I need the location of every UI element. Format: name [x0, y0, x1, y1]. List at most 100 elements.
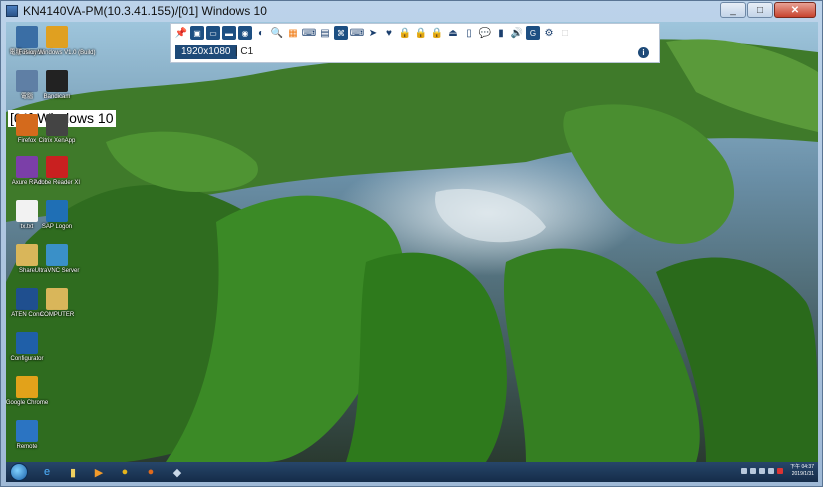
tray-icon[interactable] [768, 468, 775, 474]
desktop-icon[interactable]: 電腦 [10, 70, 44, 101]
desktop-icon[interactable]: Google Chrome [6, 376, 48, 407]
contrast-icon[interactable]: ◐ [254, 26, 268, 40]
desktop-icon[interactable]: SAP Logon [40, 200, 74, 231]
desktop-icon-label: Adobe Reader XI [33, 180, 81, 186]
desktop-icon-label: Remote [16, 444, 38, 450]
monitor-icon[interactable]: ▬ [222, 26, 236, 40]
speaker-icon[interactable]: 🔊 [510, 26, 524, 40]
lock-icon[interactable]: 🔒 [414, 26, 428, 40]
kvm-toolbar: 📌 ▣ ▭ ▬ ◉ ◐ 🔍 ▦ ⌨ ▤ ⌘ ⌨ ➤ ♥ 🔒 🔒 🔒 ⏏ ▯ 💬 ▮ 🔊 G ⚙ □ 1920x1080 | C1… [170, 23, 660, 63]
desktop-icon-label: ATEN Conn [11, 312, 43, 318]
channel-label: | C1 [235, 46, 254, 57]
grid-icon[interactable]: ▦ [286, 26, 300, 40]
desktop-icon-label: Fusion Windows V1.0 (Build) [18, 50, 96, 56]
desktop-icon[interactable]: tx.txt [10, 200, 44, 231]
blank-icon[interactable]: □ [558, 26, 572, 40]
desktop-icon-image [46, 70, 68, 92]
toolbar-icon-row: 📌 ▣ ▭ ▬ ◉ ◐ 🔍 ▦ ⌨ ▤ ⌘ ⌨ ➤ ♥ 🔒 🔒 🔒 ⏏ ▯ 💬 ▮ 🔊 G ⚙ □ [174, 26, 572, 40]
desktop-icon-label: UltraVNC Server [34, 268, 80, 274]
desktop-icon-label: Citrix XenApp [38, 138, 76, 144]
desktop-icon[interactable]: Adobe Reader XI [34, 156, 80, 187]
app-icon [6, 5, 18, 17]
exit-icon[interactable]: ⏏ [446, 26, 460, 40]
clock-date: 2019/1/31 [791, 471, 814, 477]
ie-taskbar-icon[interactable]: e [36, 463, 58, 481]
usb-icon[interactable]: ▮ [494, 26, 508, 40]
desktop-icon[interactable]: Fusion Windows V1.0 (Build) [18, 26, 96, 57]
tray-icon[interactable] [759, 468, 766, 474]
system-tray: 下午 04:37 2019/1/31 [741, 464, 814, 478]
desktop-icon-image [16, 156, 38, 178]
screenshot-icon[interactable]: ▣ [190, 26, 204, 40]
doc-icon[interactable]: ▯ [462, 26, 476, 40]
desktop-icon[interactable]: Bandicam [40, 70, 74, 101]
start-button[interactable] [10, 463, 28, 481]
desktop-icon-image [16, 288, 38, 310]
clock-time: 下午 04:37 [790, 464, 814, 470]
app-taskbar-icon[interactable]: ◆ [166, 463, 188, 481]
kvm-viewer-window: KN4140VA-PM(10.3.41.155)/[01] Windows 10… [0, 0, 823, 487]
gui-icon[interactable]: G [526, 26, 540, 40]
info-icon[interactable]: i [638, 47, 649, 58]
desktop-icon-label: Firefox [17, 138, 37, 144]
desktop-icon[interactable]: Configurator [10, 332, 44, 363]
desktop-icon-image [16, 26, 38, 48]
desktop-icon-image [16, 70, 38, 92]
desktop-icon-image [16, 420, 38, 442]
desktop-icon-label: Share [18, 268, 35, 274]
lock-icon[interactable]: 🔒 [398, 26, 412, 40]
tray-icon[interactable] [750, 468, 757, 474]
lock-icon[interactable]: 🔒 [430, 26, 444, 40]
cursor-icon[interactable]: ➤ [366, 26, 380, 40]
desktop-icon-label: tx.txt [20, 224, 34, 230]
settings-icon[interactable]: ⚙ [542, 26, 556, 40]
title-bar[interactable]: KN4140VA-PM(10.3.41.155)/[01] Windows 10… [1, 1, 822, 21]
media-taskbar-icon[interactable]: ▶ [88, 463, 110, 481]
maximize-button[interactable]: □ [747, 2, 773, 18]
desktop-icon-label: 電腦 [20, 94, 33, 100]
remote-desktop[interactable]: [01] Windows 10 電腦 RecycleFusion Windows… [6, 22, 818, 482]
desktop-icon-image [16, 114, 38, 136]
chat-icon[interactable]: 💬 [478, 26, 492, 40]
tray-icon[interactable] [741, 468, 748, 474]
tray-icon[interactable] [777, 468, 784, 474]
desktop-icon-image [16, 244, 38, 266]
window-controls: _ □ ✕ [720, 2, 816, 18]
minimize-button[interactable]: _ [720, 2, 746, 18]
desktop-icon[interactable]: Remote [10, 420, 44, 451]
desktop-icon-label: Google Chrome [6, 400, 49, 406]
keyboard-icon[interactable]: ⌨ [302, 26, 316, 40]
desktop-icon-image [46, 288, 68, 310]
explorer-taskbar-icon[interactable]: ▮ [62, 463, 84, 481]
firefox-taskbar-icon[interactable]: ● [140, 463, 162, 481]
taskbar: e ▮ ▶ ● ● ◆ 下午 04:37 2019/1/31 [6, 462, 818, 482]
wallpaper-image [6, 22, 818, 462]
desktop-icon[interactable]: UltraVNC Server [35, 244, 79, 275]
desktop-icon-label: Configurator [10, 356, 44, 362]
desktop-icon-image [46, 114, 68, 136]
desktop-icon-label: SAP Logon [41, 224, 73, 230]
ctrl-alt-del-icon[interactable]: ⌘ [334, 26, 348, 40]
keyboard-icon[interactable]: ⌨ [350, 26, 364, 40]
desktop-icon[interactable]: Citrix XenApp [38, 114, 76, 145]
close-button[interactable]: ✕ [774, 2, 816, 18]
heart-icon[interactable]: ♥ [382, 26, 396, 40]
chrome-taskbar-icon[interactable]: ● [114, 463, 136, 481]
desktop-icon-label: Bandicam [43, 94, 71, 100]
clock[interactable]: 下午 04:37 2019/1/31 [790, 464, 814, 478]
zoom-icon[interactable]: 🔍 [270, 26, 284, 40]
monitor-icon[interactable]: ▭ [206, 26, 220, 40]
desktop-icon-image [46, 156, 68, 178]
desktop-icon-image [46, 200, 68, 222]
window-icon[interactable]: ▤ [318, 26, 332, 40]
desktop-icon-image [46, 26, 68, 48]
resolution-display[interactable]: 1920x1080 [175, 45, 237, 59]
desktop-icon-image [16, 376, 38, 398]
desktop-icon-image [16, 200, 38, 222]
camera-icon[interactable]: ◉ [238, 26, 252, 40]
desktop-icon-label: COMPUTER [39, 312, 75, 318]
desktop-icon-image [16, 332, 38, 354]
desktop-icon[interactable]: COMPUTER [40, 288, 74, 319]
window-title: KN4140VA-PM(10.3.41.155)/[01] Windows 10 [23, 4, 267, 18]
pin-icon[interactable]: 📌 [174, 26, 188, 40]
